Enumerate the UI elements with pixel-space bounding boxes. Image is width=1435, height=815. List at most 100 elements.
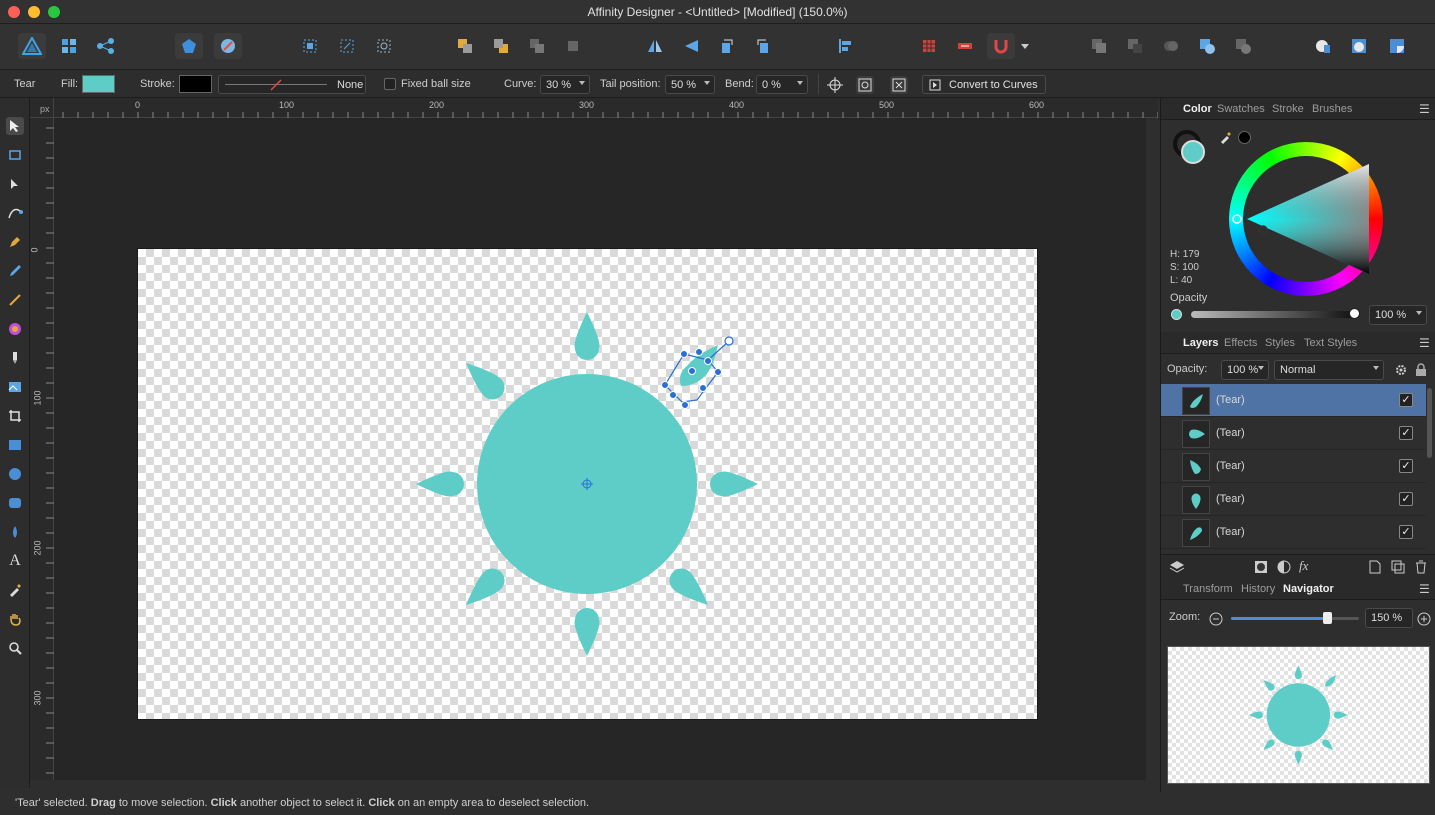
tab-navigator[interactable]: Navigator: [1283, 583, 1334, 595]
layers-scrollbar[interactable]: [1427, 388, 1432, 458]
layer-visibility-checkbox[interactable]: ✓: [1399, 525, 1413, 539]
pen-tool[interactable]: [6, 233, 24, 251]
tab-layers[interactable]: Layers: [1183, 337, 1218, 349]
zoom-in-icon[interactable]: [1417, 612, 1431, 626]
layer-opacity-field[interactable]: 100 %: [1221, 360, 1269, 380]
tear-ray-bottom-right[interactable]: [669, 568, 708, 605]
insert-inside-button[interactable]: [1383, 33, 1411, 59]
tab-color[interactable]: Color: [1183, 103, 1212, 115]
rectangle-tool[interactable]: [6, 436, 24, 454]
layer-row[interactable]: (Tear) ✓: [1161, 516, 1426, 549]
zoom-slider-handle[interactable]: [1323, 612, 1332, 624]
convert-to-curves-button[interactable]: Convert to Curves: [922, 75, 1046, 94]
layer-visibility-checkbox[interactable]: ✓: [1399, 459, 1413, 473]
flip-horizontal-button[interactable]: [641, 33, 669, 59]
crop-tool[interactable]: [6, 407, 24, 425]
gear-icon[interactable]: [1394, 363, 1408, 377]
align-button[interactable]: [831, 33, 859, 59]
insert-top-button[interactable]: [1345, 33, 1373, 59]
zoom-out-icon[interactable]: [1209, 612, 1223, 626]
tear-ray-bottom[interactable]: [574, 608, 600, 656]
ruler-horizontal[interactable]: 0 100 200 300 400 500 600: [54, 98, 1158, 118]
tear-ray-top-left[interactable]: [466, 363, 505, 400]
grid-button[interactable]: [915, 33, 943, 59]
layers-stack-icon[interactable]: [1169, 559, 1185, 575]
fill-stroke-selector[interactable]: [1171, 128, 1207, 164]
bend-field[interactable]: 0 %: [756, 75, 808, 94]
transform-origin-button[interactable]: [826, 76, 844, 94]
fixed-ball-size-checkbox[interactable]: [384, 78, 396, 90]
rotate-right-button[interactable]: [749, 33, 777, 59]
xor-boolean-button[interactable]: [1193, 33, 1221, 59]
panel-menu-icon[interactable]: ☰: [1419, 582, 1430, 596]
rotation-handle[interactable]: [724, 336, 734, 346]
move-to-back-button[interactable]: [559, 33, 587, 59]
color-picker-tool[interactable]: [6, 581, 24, 599]
tab-swatches[interactable]: Swatches: [1217, 103, 1265, 115]
add-boolean-button[interactable]: [1085, 33, 1113, 59]
tear-ray-right[interactable]: [710, 471, 758, 497]
rotate-box-button[interactable]: [370, 33, 398, 59]
layer-visibility-checkbox[interactable]: ✓: [1399, 426, 1413, 440]
snap-options-button[interactable]: [951, 33, 979, 59]
snapping-toggle[interactable]: [987, 33, 1015, 59]
trash-icon[interactable]: [1415, 560, 1427, 574]
subtract-boolean-button[interactable]: [1121, 33, 1149, 59]
zoom-tool[interactable]: [6, 639, 24, 657]
tail-position-field[interactable]: 50 %: [665, 75, 715, 94]
pixel-persona-button[interactable]: [55, 33, 83, 59]
tab-brushes[interactable]: Brushes: [1312, 103, 1352, 115]
move-back-button[interactable]: [451, 33, 479, 59]
tab-history[interactable]: History: [1241, 583, 1275, 595]
add-layer-icon[interactable]: [1369, 560, 1381, 574]
transparency-tool[interactable]: [6, 349, 24, 367]
opacity-slider-handle[interactable]: [1349, 308, 1360, 319]
rotate-left-button[interactable]: [713, 33, 741, 59]
layer-visibility-checkbox[interactable]: ✓: [1399, 393, 1413, 407]
stroke-swatch[interactable]: [179, 75, 212, 93]
view-mode-button[interactable]: [175, 33, 203, 59]
mask-icon[interactable]: [1254, 560, 1268, 574]
layer-row[interactable]: (Tear) ✓: [1161, 417, 1426, 450]
tab-transform[interactable]: Transform: [1183, 583, 1233, 595]
place-image-tool[interactable]: [6, 378, 24, 396]
tab-styles[interactable]: Styles: [1265, 337, 1295, 349]
duplicate-layer-icon[interactable]: [1391, 560, 1405, 574]
selection-box-button[interactable]: [296, 33, 324, 59]
export-persona-button[interactable]: [92, 33, 120, 59]
intersect-boolean-button[interactable]: [1157, 33, 1185, 59]
lock-icon[interactable]: [1415, 363, 1427, 377]
insert-behind-button[interactable]: [1309, 33, 1337, 59]
pencil-tool[interactable]: [6, 262, 24, 280]
adjustment-icon[interactable]: [1277, 560, 1291, 574]
tear-ray-left[interactable]: [416, 471, 464, 497]
transform-objects-button[interactable]: [890, 76, 908, 94]
artistic-text-tool[interactable]: A: [6, 552, 24, 570]
color-triangle[interactable]: [1229, 142, 1383, 296]
tear-ray-top[interactable]: [574, 312, 600, 360]
curve-field[interactable]: 30 %: [540, 75, 590, 94]
ellipse-tool[interactable]: [6, 465, 24, 483]
move-forward-button[interactable]: [487, 33, 515, 59]
zoom-field[interactable]: 150 %: [1365, 608, 1413, 628]
tear-ray-bottom-left[interactable]: [466, 568, 505, 605]
opacity-slider[interactable]: [1191, 308, 1360, 319]
pixel-align-button[interactable]: [856, 76, 874, 94]
navigator-preview[interactable]: [1167, 646, 1430, 784]
zoom-slider[interactable]: [1231, 612, 1359, 624]
point-transform-tool[interactable]: [6, 204, 24, 222]
bounding-box-button[interactable]: [333, 33, 361, 59]
divide-boolean-button[interactable]: [1229, 33, 1257, 59]
snapping-dropdown-arrow[interactable]: [1021, 44, 1029, 49]
tear-tool[interactable]: [6, 523, 24, 541]
ruler-vertical[interactable]: 0 100 200 300: [30, 118, 54, 780]
move-to-front-button[interactable]: [523, 33, 551, 59]
layer-row[interactable]: (Tear) ✓: [1161, 384, 1426, 417]
node-tool[interactable]: [6, 175, 24, 193]
panel-menu-icon[interactable]: ☰: [1419, 102, 1430, 116]
move-tool[interactable]: [6, 117, 24, 135]
fill-swatch[interactable]: [82, 75, 115, 93]
transform-mode-button[interactable]: [214, 33, 242, 59]
stroke-width-slider[interactable]: None: [218, 75, 366, 94]
layer-visibility-checkbox[interactable]: ✓: [1399, 492, 1413, 506]
